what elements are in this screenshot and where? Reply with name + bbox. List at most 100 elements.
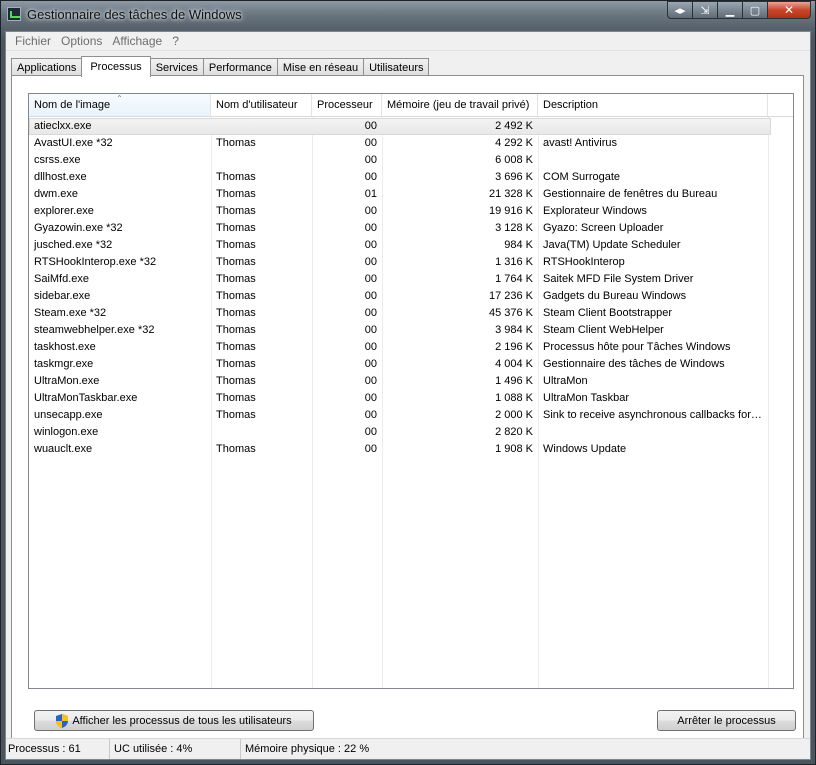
image-name-cell: steamwebhelper.exe *32 (34, 324, 155, 336)
menu-item[interactable]: Affichage (107, 34, 167, 48)
user-name-cell: Thomas (216, 188, 256, 200)
table-row[interactable]: winlogon.exe 00 2 820 K (29, 424, 793, 441)
image-name-cell: UltraMon.exe (34, 375, 100, 387)
table-row[interactable]: dwm.exe Thomas 01 21 328 K Gestionnaire de f… (29, 186, 793, 203)
table-row[interactable]: UltraMon.exe Thomas 00 1 496 K UltraMon (29, 373, 793, 390)
user-name-cell: Thomas (216, 222, 256, 234)
table-row[interactable]: UltraMonTaskbar.exe Thomas 00 1 088 K UltraM… (29, 390, 793, 407)
cpu-cell: 00 (364, 205, 377, 217)
description-cell: avast! Antivirus (543, 137, 617, 149)
table-row[interactable]: Steam.exe *32 Thomas 00 45 376 K Steam Clien… (29, 305, 793, 322)
caption-buttons: ◂▸ ⇲ ▁ ▢ ✕ (667, 1, 811, 21)
table-row[interactable]: RTSHookInterop.exe *32 Thomas 00 1 316 K RTS… (29, 254, 793, 271)
column-header-cpu[interactable]: Processeur (312, 94, 382, 116)
cpu-cell: 00 (364, 375, 377, 387)
cpu-cell: 00 (364, 120, 377, 132)
memory-cell: 984 K (504, 239, 533, 251)
image-name-cell: dllhost.exe (34, 171, 87, 183)
end-process-label: Arrêter le processus (677, 714, 776, 727)
list-header: ⌃ Nom de l'image Nom d'utilisateur Proce… (29, 94, 793, 117)
table-row[interactable]: steamwebhelper.exe *32 Thomas 00 3 984 K Ste… (29, 322, 793, 339)
menu-item[interactable]: ? (167, 34, 184, 48)
table-row[interactable]: csrss.exe 00 6 008 K (29, 152, 793, 169)
cpu-cell: 00 (364, 171, 377, 183)
user-name-cell (211, 118, 312, 135)
table-row[interactable]: taskmgr.exe Thomas 00 4 004 K Gestionnaire d… (29, 356, 793, 373)
user-name-cell: Thomas (216, 256, 256, 268)
processes-panel: ⌃ Nom de l'image Nom d'utilisateur Proce… (11, 75, 804, 747)
column-header-image-name[interactable]: ⌃ Nom de l'image (29, 94, 211, 116)
table-row[interactable]: explorer.exe Thomas 00 19 916 K Explorateur … (29, 203, 793, 220)
table-row[interactable]: sidebar.exe Thomas 00 17 236 K Gadgets du Bu… (29, 288, 793, 305)
title-bar[interactable]: Gestionnaire des tâches de Windows ◂▸ ⇲ … (1, 1, 815, 29)
table-row[interactable]: taskhost.exe Thomas 00 2 196 K Processus hôt… (29, 339, 793, 356)
status-bar: Processus : 61 UC utilisée : 4% Mémoire … (6, 738, 810, 759)
user-name-cell: Thomas (216, 205, 256, 217)
image-name-cell: taskmgr.exe (34, 358, 94, 370)
description-cell: RTSHookInterop (543, 256, 625, 268)
column-header-user-name[interactable]: Nom d'utilisateur (211, 94, 312, 116)
cpu-cell: 00 (364, 256, 377, 268)
description-cell: COM Surrogate (543, 171, 621, 183)
cpu-cell: 00 (364, 324, 377, 336)
ultramon-span-icon[interactable]: ⇲ (692, 1, 718, 19)
show-all-processes-label: Afficher les processus de tous les utili… (72, 714, 292, 727)
show-all-processes-button[interactable]: Afficher les processus de tous les utili… (34, 710, 314, 731)
memory-cell: 3 984 K (495, 324, 533, 336)
menu-item[interactable]: Fichier (10, 34, 56, 48)
image-name-cell: atieclxx.exe (34, 120, 92, 132)
description-cell: Gestionnaire des tâches de Windows (543, 358, 725, 370)
table-row[interactable]: SaiMfd.exe Thomas 00 1 764 K Saitek MFD File… (29, 271, 793, 288)
table-row[interactable]: unsecapp.exe Thomas 00 2 000 K Sink to recei… (29, 407, 793, 424)
memory-cell: 1 316 K (495, 256, 533, 268)
description-cell (538, 424, 768, 441)
memory-cell: 4 292 K (495, 137, 533, 149)
cpu-cell: 00 (364, 154, 377, 166)
close-button[interactable]: ✕ (767, 1, 811, 19)
cpu-cell: 00 (364, 222, 377, 234)
user-name-cell: Thomas (216, 443, 256, 455)
description-cell: Steam Client Bootstrapper (543, 307, 673, 319)
memory-cell: 3 128 K (495, 222, 533, 234)
table-row[interactable]: AvastUI.exe *32 Thomas 00 4 292 K avast! Ant… (29, 135, 793, 152)
menu-item[interactable]: Options (56, 34, 107, 48)
memory-cell: 2 196 K (495, 341, 533, 353)
image-name-cell: unsecapp.exe (34, 409, 103, 421)
description-cell (538, 152, 768, 169)
description-cell: Gestionnaire de fenêtres du Bureau (543, 188, 718, 200)
ultramon-move-icon[interactable]: ◂▸ (667, 1, 693, 19)
process-list[interactable]: ⌃ Nom de l'image Nom d'utilisateur Proce… (28, 93, 794, 689)
cpu-cell: 00 (364, 443, 377, 455)
user-name-cell: Thomas (216, 273, 256, 285)
cpu-cell: 00 (364, 426, 377, 438)
user-name-cell: Thomas (216, 375, 256, 387)
end-process-button[interactable]: Arrêter le processus (657, 710, 796, 731)
description-cell: Explorateur Windows (543, 205, 647, 217)
table-row[interactable]: wuauclt.exe Thomas 00 1 908 K Windows Update (29, 441, 793, 458)
maximize-button[interactable]: ▢ (742, 1, 768, 19)
column-header-label: Description (543, 99, 599, 111)
description-cell: UltraMon Taskbar (543, 392, 629, 404)
minimize-button[interactable]: ▁ (717, 1, 743, 19)
column-header-memory[interactable]: Mémoire (jeu de travail privé) (382, 94, 538, 116)
memory-cell: 4 004 K (495, 358, 533, 370)
memory-cell: 17 236 K (488, 290, 533, 302)
cpu-cell: 00 (364, 273, 377, 285)
table-row[interactable]: dllhost.exe Thomas 00 3 696 K COM Surrogate (29, 169, 793, 186)
user-name-cell: Thomas (216, 392, 256, 404)
table-row[interactable]: Gyazowin.exe *32 Thomas 00 3 128 K Gyazo: Sc… (29, 220, 793, 237)
user-name-cell: Thomas (216, 171, 256, 183)
table-row[interactable]: jusched.exe *32 Thomas 00 984 K Java(TM) Upd… (29, 237, 793, 254)
table-row[interactable]: atieclxx.exe 00 2 492 K (29, 118, 771, 135)
column-header-description[interactable]: Description (538, 94, 768, 116)
description-cell: Windows Update (543, 443, 627, 455)
column-header-label: Mémoire (jeu de travail privé) (387, 99, 530, 111)
image-name-cell: csrss.exe (34, 154, 81, 166)
uac-shield-icon (56, 713, 69, 728)
cpu-cell: 00 (364, 341, 377, 353)
memory-cell: 3 696 K (495, 171, 533, 183)
user-name-cell (211, 152, 312, 169)
image-name-cell: wuauclt.exe (34, 443, 93, 455)
tab-processus[interactable]: Processus (81, 56, 151, 77)
sort-ascending-icon: ⌃ (116, 94, 123, 103)
